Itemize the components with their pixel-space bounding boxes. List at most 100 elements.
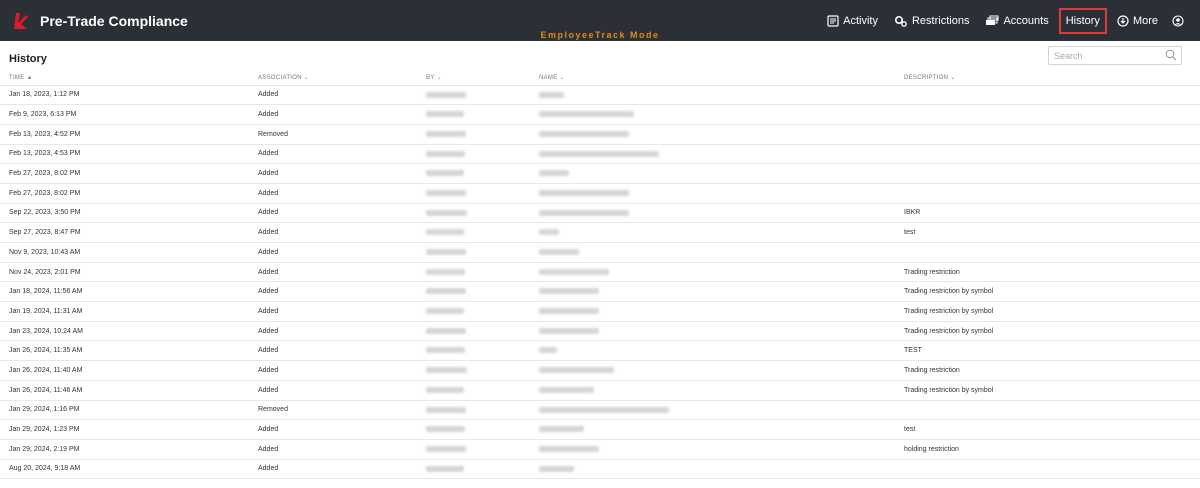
redacted-value [539,91,564,98]
cell-association: Added [249,360,417,381]
cell-name [530,203,895,224]
table-row[interactable]: Jan 18, 2023, 1:12 PM Added [0,85,1200,106]
table-body: Jan 18, 2023, 1:12 PM Added Feb 9, 2023, 6… [0,85,1200,480]
table-row[interactable]: Nov 9, 2023, 10:43 AM Added [0,242,1200,263]
redacted-value [426,229,464,236]
cell-description [895,163,1200,184]
cell-name [530,380,895,401]
table-row[interactable]: Nov 24, 2023, 2:01 PM Added Trading restri… [0,262,1200,283]
redacted-value [539,170,569,177]
cell-name [530,301,895,322]
cell-description [895,124,1200,145]
cell-by [417,203,530,224]
redacted-value [426,327,466,334]
cell-by [417,439,530,460]
mode-label: EmployeeTrack Mode [540,30,660,40]
cell-association: Added [249,281,417,303]
cell-time: Jan 29, 2024, 2:19 PM [0,439,249,460]
sort-icon: ⌄ [303,75,310,82]
cell-description [895,85,1200,106]
table-row[interactable]: Sep 27, 2023, 8:47 PM Added test [0,222,1200,243]
column-header-time[interactable]: TIME ▲ [0,71,249,86]
logo-icon[interactable] [10,10,32,32]
cell-description [895,183,1200,204]
redacted-value [539,347,557,354]
cell-name [530,321,895,342]
sort-icon: ⌄ [436,75,442,82]
table-row[interactable]: Feb 13, 2023, 4:53 PM Added [0,144,1200,165]
cell-name [530,262,895,283]
cell-description: Trading restriction [895,262,1200,283]
cell-by [417,360,530,381]
cell-association: Added [249,419,417,440]
sort-icon: ⌄ [559,75,565,82]
cell-time: Jan 26, 2024, 11:46 AM [0,380,249,401]
cell-description: TEST [895,340,1200,362]
redacted-value [426,406,466,413]
redacted-value [539,111,634,118]
cell-description: IBKR [895,203,1200,224]
cell-by [417,459,530,480]
redacted-value [539,465,574,472]
redacted-value [539,367,614,374]
cell-name [530,242,895,263]
table-row[interactable]: Jan 29, 2024, 1:16 PM Removed [0,400,1200,421]
table-row[interactable]: Jan 26, 2024, 11:46 AM Added Trading restr… [0,380,1200,401]
table-row[interactable]: Feb 27, 2023, 8:02 PM Added [0,163,1200,184]
table-header-row: TIME ▲ ASSOCIATION ⌄ BY ⌄ NAME ⌄ DESCRIPTION… [0,71,1200,86]
activity-icon [827,14,839,27]
cell-association: Added [249,242,417,263]
cell-by [417,144,530,165]
cell-by [417,242,530,263]
table-row[interactable]: Sep 22, 2023, 3:50 PM Added IBKR [0,203,1200,224]
redacted-value [539,150,659,157]
table-row[interactable]: Jan 23, 2024, 10:24 AM Added Trading restr… [0,321,1200,342]
cell-time: Sep 27, 2023, 8:47 PM [0,222,249,243]
column-header-association[interactable]: ASSOCIATION ⌄ [249,71,417,86]
redacted-value [539,288,599,295]
table-row[interactable]: Jan 29, 2024, 2:19 PM Added holding restri… [0,439,1200,460]
cell-time: Jan 18, 2023, 1:12 PM [0,85,249,106]
column-header-by[interactable]: BY ⌄ [417,71,530,86]
nav-history-label: History [1065,14,1100,27]
table-row[interactable]: Jan 29, 2024, 1:23 PM Added test [0,419,1200,440]
table-row[interactable]: Aug 20, 2024, 9:18 AM Added [0,459,1200,480]
cell-time: Jan 29, 2024, 1:16 PM [0,400,249,421]
redacted-value [426,465,464,472]
search-input[interactable] [1054,47,1164,64]
cell-name [530,183,895,204]
redacted-value [539,426,584,433]
cell-description: Trading restriction by symbol [895,301,1200,322]
redacted-value [426,426,465,433]
page-title: History [9,53,47,65]
cell-name [530,419,895,440]
cell-by [417,321,530,342]
cell-time: Nov 9, 2023, 10:43 AM [0,242,249,263]
page-header: History [0,41,1200,71]
column-header-description[interactable]: DESCRIPTION ⌄ [895,71,1200,86]
redacted-value [426,170,464,177]
cell-by [417,104,530,125]
table-row[interactable]: Feb 9, 2023, 6:13 PM Added [0,104,1200,125]
redacted-value [426,249,466,255]
cell-association: Removed [249,400,417,421]
table-row[interactable]: Feb 27, 2023, 8:02 PM Added [0,183,1200,204]
column-header-name[interactable]: NAME ⌄ [530,71,895,86]
table-row[interactable]: Jan 18, 2024, 11:56 AM Added Trading restr… [0,281,1200,303]
table-row[interactable]: Jan 19, 2024, 11:31 AM Added Trading restr… [0,301,1200,322]
accounts-icon [986,15,999,25]
redacted-value [539,445,599,452]
search-box [1048,46,1182,65]
cell-association: Added [249,321,417,342]
cell-time: Feb 27, 2023, 8:02 PM [0,163,249,184]
cell-by [417,262,530,283]
cell-time: Jan 26, 2024, 11:40 AM [0,360,249,381]
table-row[interactable]: Jan 26, 2024, 11:40 AM Added Trading restr… [0,360,1200,381]
table-row[interactable]: Feb 13, 2023, 4:52 PM Removed [0,124,1200,145]
table-row[interactable]: Jan 26, 2024, 11:35 AM Added TEST [0,340,1200,362]
search-icon[interactable] [1165,49,1177,61]
cell-by [417,183,530,204]
cell-association: Added [249,380,417,401]
cell-name [530,85,895,106]
redacted-value [426,308,464,315]
